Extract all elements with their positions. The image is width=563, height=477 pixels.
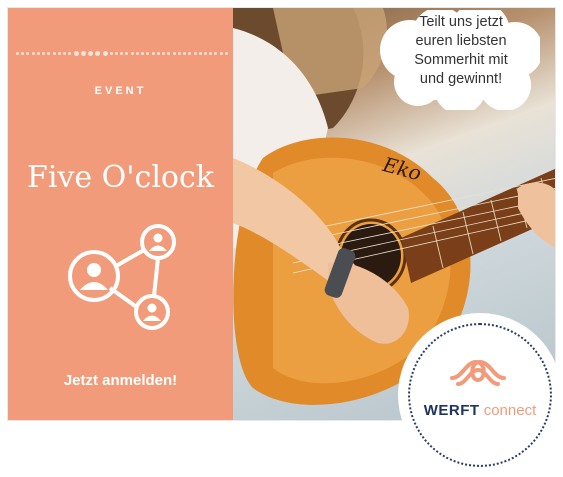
bubble-line: Sommerhit mit — [414, 52, 508, 68]
logo-brand-light: connect — [483, 402, 537, 419]
bubble-line: euren liebsten — [415, 33, 507, 49]
logo-dotted-ring — [408, 323, 552, 467]
user-network-icon — [68, 224, 176, 330]
bubble-line: und gewinnt! — [419, 71, 503, 87]
event-kicker: EVENT — [94, 85, 147, 97]
event-panel: EVENT Five O'clock Jetzt anmelden! — [8, 8, 233, 420]
bubble-line: Teilt uns jetzt — [419, 14, 503, 30]
bubble-text: Teilt uns jetzt euren liebsten Sommerhit… — [382, 13, 540, 89]
register-link[interactable]: Jetzt anmelden! — [8, 372, 233, 389]
dotted-divider — [16, 50, 228, 56]
event-title: Five O'clock — [27, 160, 214, 195]
logo-wordmark: WERFT connect — [398, 402, 562, 419]
logo-brand-bold: WERFT — [423, 402, 480, 419]
rope-knot-icon — [450, 359, 506, 386]
